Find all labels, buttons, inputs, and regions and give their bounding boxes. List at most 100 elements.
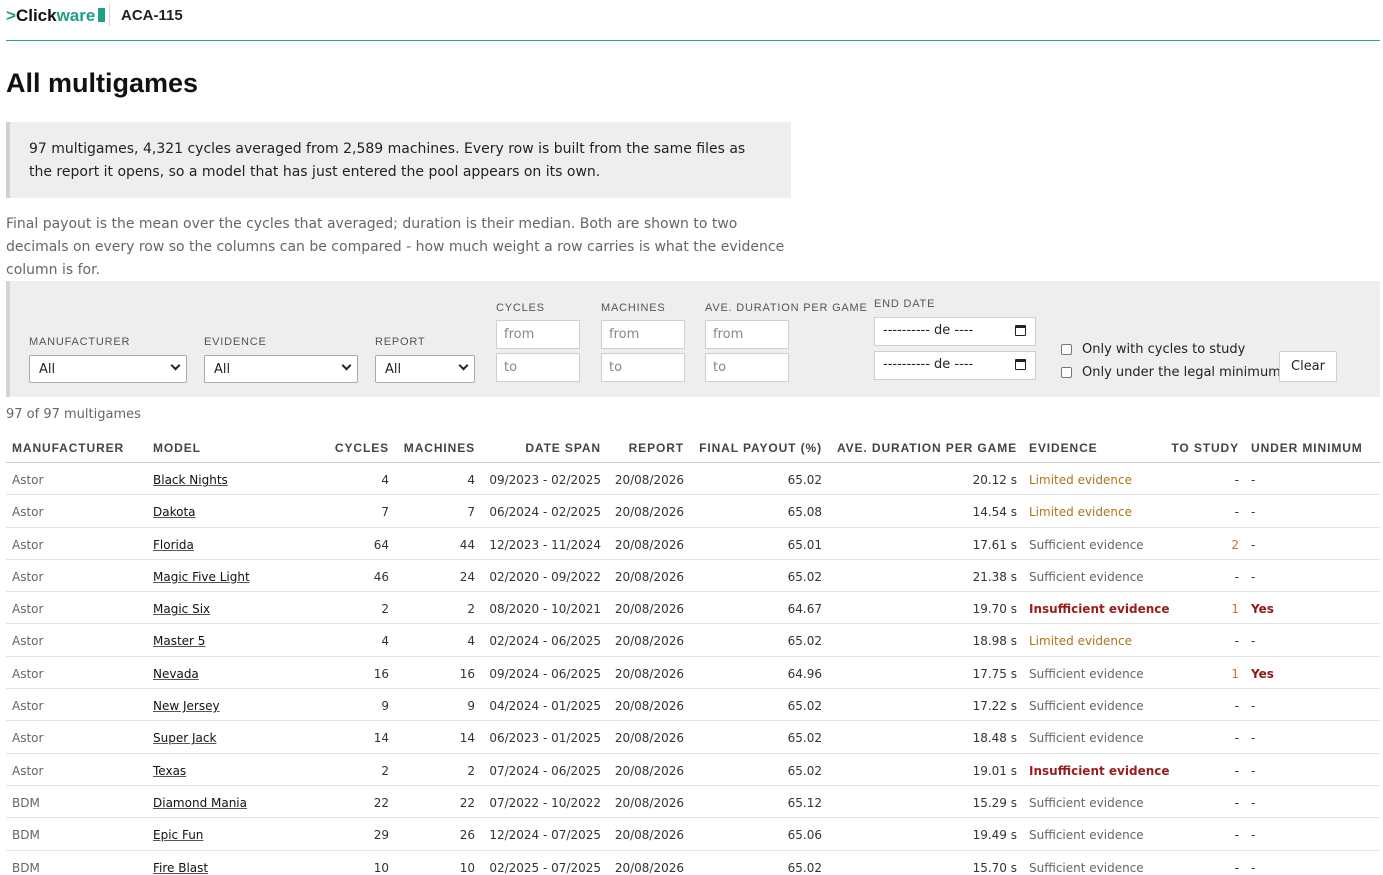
summary-callout: 97 multigames, 4,321 cycles averaged fro… <box>6 122 791 198</box>
col-report[interactable]: Report <box>629 441 684 455</box>
report-select[interactable]: All <box>375 355 475 383</box>
calendar-icon[interactable] <box>1015 325 1026 336</box>
cell-to-study: - <box>1234 763 1239 778</box>
cell-report: 20/08/2026 <box>614 828 684 843</box>
cell-date-span: 04/2024 - 01/2025 <box>489 699 601 714</box>
model-link[interactable]: Magic Six <box>153 602 210 616</box>
model-link[interactable]: New Jersey <box>153 699 220 713</box>
manufacturer-select[interactable]: All <box>29 355 187 383</box>
cell-under-minimum: - <box>1251 699 1256 714</box>
cell-duration: 15.70 s <box>972 860 1017 875</box>
table-row[interactable]: BDM Fire Blast 10 10 02/2025 - 07/2025 20/08/… <box>6 851 1380 875</box>
cell-evidence: Sufficient evidence <box>1029 795 1144 810</box>
duration-from-input[interactable]: from <box>705 320 789 349</box>
result-count: 97 of 97 multigames <box>6 407 141 422</box>
clear-filters-button[interactable]: Clear <box>1279 351 1337 382</box>
cell-evidence: Sufficient evidence <box>1029 537 1144 552</box>
clickware-logo[interactable]: >Clickware <box>6 6 106 26</box>
table-row[interactable]: Astor Florida 64 44 12/2023 - 11/2024 20/08/2… <box>6 528 1380 560</box>
cell-report: 20/08/2026 <box>614 473 684 487</box>
cell-duration: 21.38 s <box>972 569 1017 584</box>
col-evidence[interactable]: Evidence <box>1029 441 1098 455</box>
col-date-span[interactable]: Date span <box>525 441 601 455</box>
header-divider <box>109 4 110 26</box>
col-model[interactable]: Model <box>153 441 201 455</box>
cycles-to-input[interactable]: to <box>496 353 580 382</box>
duration-filter-label: Ave. duration per game <box>705 302 868 314</box>
cell-final-payout: 65.02 <box>787 634 822 649</box>
table-row[interactable]: BDM Epic Fun 29 26 12/2024 - 07/2025 20/08/20… <box>6 818 1380 851</box>
col-to-study[interactable]: To study <box>1171 441 1239 455</box>
machines-from-input[interactable]: from <box>601 320 685 349</box>
model-link[interactable]: Magic Five Light <box>153 570 250 584</box>
top-bar: >Clickware ACA-115 <box>6 0 1380 41</box>
cell-to-study: - <box>1234 569 1239 584</box>
calendar-icon[interactable] <box>1015 359 1026 370</box>
cell-date-span: 02/2025 - 07/2025 <box>489 860 601 875</box>
cell-date-span: 09/2023 - 02/2025 <box>489 473 601 487</box>
cell-date-span: 09/2024 - 06/2025 <box>489 666 601 681</box>
model-link[interactable]: Nevada <box>153 667 199 681</box>
col-final-payout[interactable]: Final payout (%) <box>699 441 822 455</box>
table-row[interactable]: Astor Nevada 16 16 09/2024 - 06/2025 20/08/20… <box>6 657 1380 690</box>
model-link[interactable]: Texas <box>153 764 186 778</box>
cell-machines: 7 <box>467 505 475 520</box>
end-date-filter-label: End date <box>874 298 936 310</box>
cell-report: 20/08/2026 <box>614 860 684 875</box>
cell-duration: 17.75 s <box>972 666 1017 681</box>
table-row[interactable]: Astor Magic Five Light 46 24 02/2020 - 09/20… <box>6 560 1380 593</box>
cell-under-minimum: - <box>1251 473 1256 487</box>
cell-date-span: 08/2020 - 10/2021 <box>489 602 601 617</box>
cell-final-payout: 64.96 <box>787 666 822 681</box>
cell-manufacturer: Astor <box>12 569 44 584</box>
cell-to-study: 2 <box>1231 537 1239 552</box>
model-link[interactable]: Fire Blast <box>153 861 208 875</box>
model-link[interactable]: Master 5 <box>153 634 205 648</box>
col-under-minimum[interactable]: Under minimum <box>1251 441 1363 455</box>
table-row[interactable]: Astor Black Nights 4 4 09/2023 - 02/2025 20/0… <box>6 463 1380 496</box>
model-link[interactable]: Diamond Mania <box>153 796 247 810</box>
cell-cycles: 4 <box>381 473 389 487</box>
cell-report: 20/08/2026 <box>614 569 684 584</box>
cycles-from-input[interactable]: from <box>496 320 580 349</box>
table-row[interactable]: Astor New Jersey 9 9 04/2024 - 01/2025 20/08/… <box>6 689 1380 722</box>
cell-report: 20/08/2026 <box>614 763 684 778</box>
model-link[interactable]: Super Jack <box>153 731 216 745</box>
evidence-select[interactable]: All <box>204 355 358 383</box>
table-row[interactable]: BDM Diamond Mania 22 22 07/2022 - 10/2022 20/… <box>6 786 1380 819</box>
cell-manufacturer: Astor <box>12 763 44 778</box>
cell-cycles: 2 <box>381 602 389 617</box>
end-date-from-input[interactable]: ---------- de ---- <box>874 317 1036 346</box>
col-manufacturer[interactable]: Manufacturer <box>12 441 124 455</box>
col-cycles[interactable]: Cycles <box>335 441 389 455</box>
col-duration[interactable]: Ave. duration per game <box>837 441 1017 455</box>
cell-machines: 16 <box>459 666 475 681</box>
model-link[interactable]: Dakota <box>153 505 196 519</box>
table-row[interactable]: Astor Magic Six 2 2 08/2020 - 10/2021 20/08/2… <box>6 592 1380 625</box>
model-link[interactable]: Black Nights <box>153 473 228 487</box>
cell-machines: 22 <box>459 795 475 810</box>
chevron-down-icon <box>341 360 352 371</box>
col-machines[interactable]: Machines <box>404 441 475 455</box>
cell-to-study: - <box>1234 699 1239 714</box>
duration-to-input[interactable]: to <box>705 353 789 382</box>
cell-evidence: Sufficient evidence <box>1029 731 1144 746</box>
table-row[interactable]: Astor Super Jack 14 14 06/2023 - 01/2025 20/0… <box>6 721 1380 754</box>
table-row[interactable]: Astor Master 5 4 4 02/2024 - 06/2025 20/08/20… <box>6 624 1380 657</box>
table-row[interactable]: Astor Dakota 7 7 06/2024 - 02/2025 20/08/2026… <box>6 495 1380 528</box>
cell-manufacturer: Astor <box>12 473 44 487</box>
table-row[interactable]: Astor Texas 2 2 07/2024 - 06/2025 20/08/2026 6… <box>6 754 1380 786</box>
cell-to-study: - <box>1234 634 1239 649</box>
model-link[interactable]: Epic Fun <box>153 828 203 842</box>
checkbox-box[interactable] <box>1061 344 1072 355</box>
machines-to-input[interactable]: to <box>601 353 685 382</box>
cell-duration: 20.12 s <box>972 473 1017 487</box>
cell-under-minimum: - <box>1251 731 1256 746</box>
cell-evidence: Insufficient evidence <box>1029 763 1170 778</box>
cell-final-payout: 65.02 <box>787 763 822 778</box>
model-link[interactable]: Florida <box>153 538 194 552</box>
end-date-to-input[interactable]: ---------- de ---- <box>874 351 1036 380</box>
cell-date-span: 06/2024 - 02/2025 <box>489 505 601 520</box>
cell-machines: 26 <box>459 828 475 843</box>
checkbox-box[interactable] <box>1061 367 1072 378</box>
